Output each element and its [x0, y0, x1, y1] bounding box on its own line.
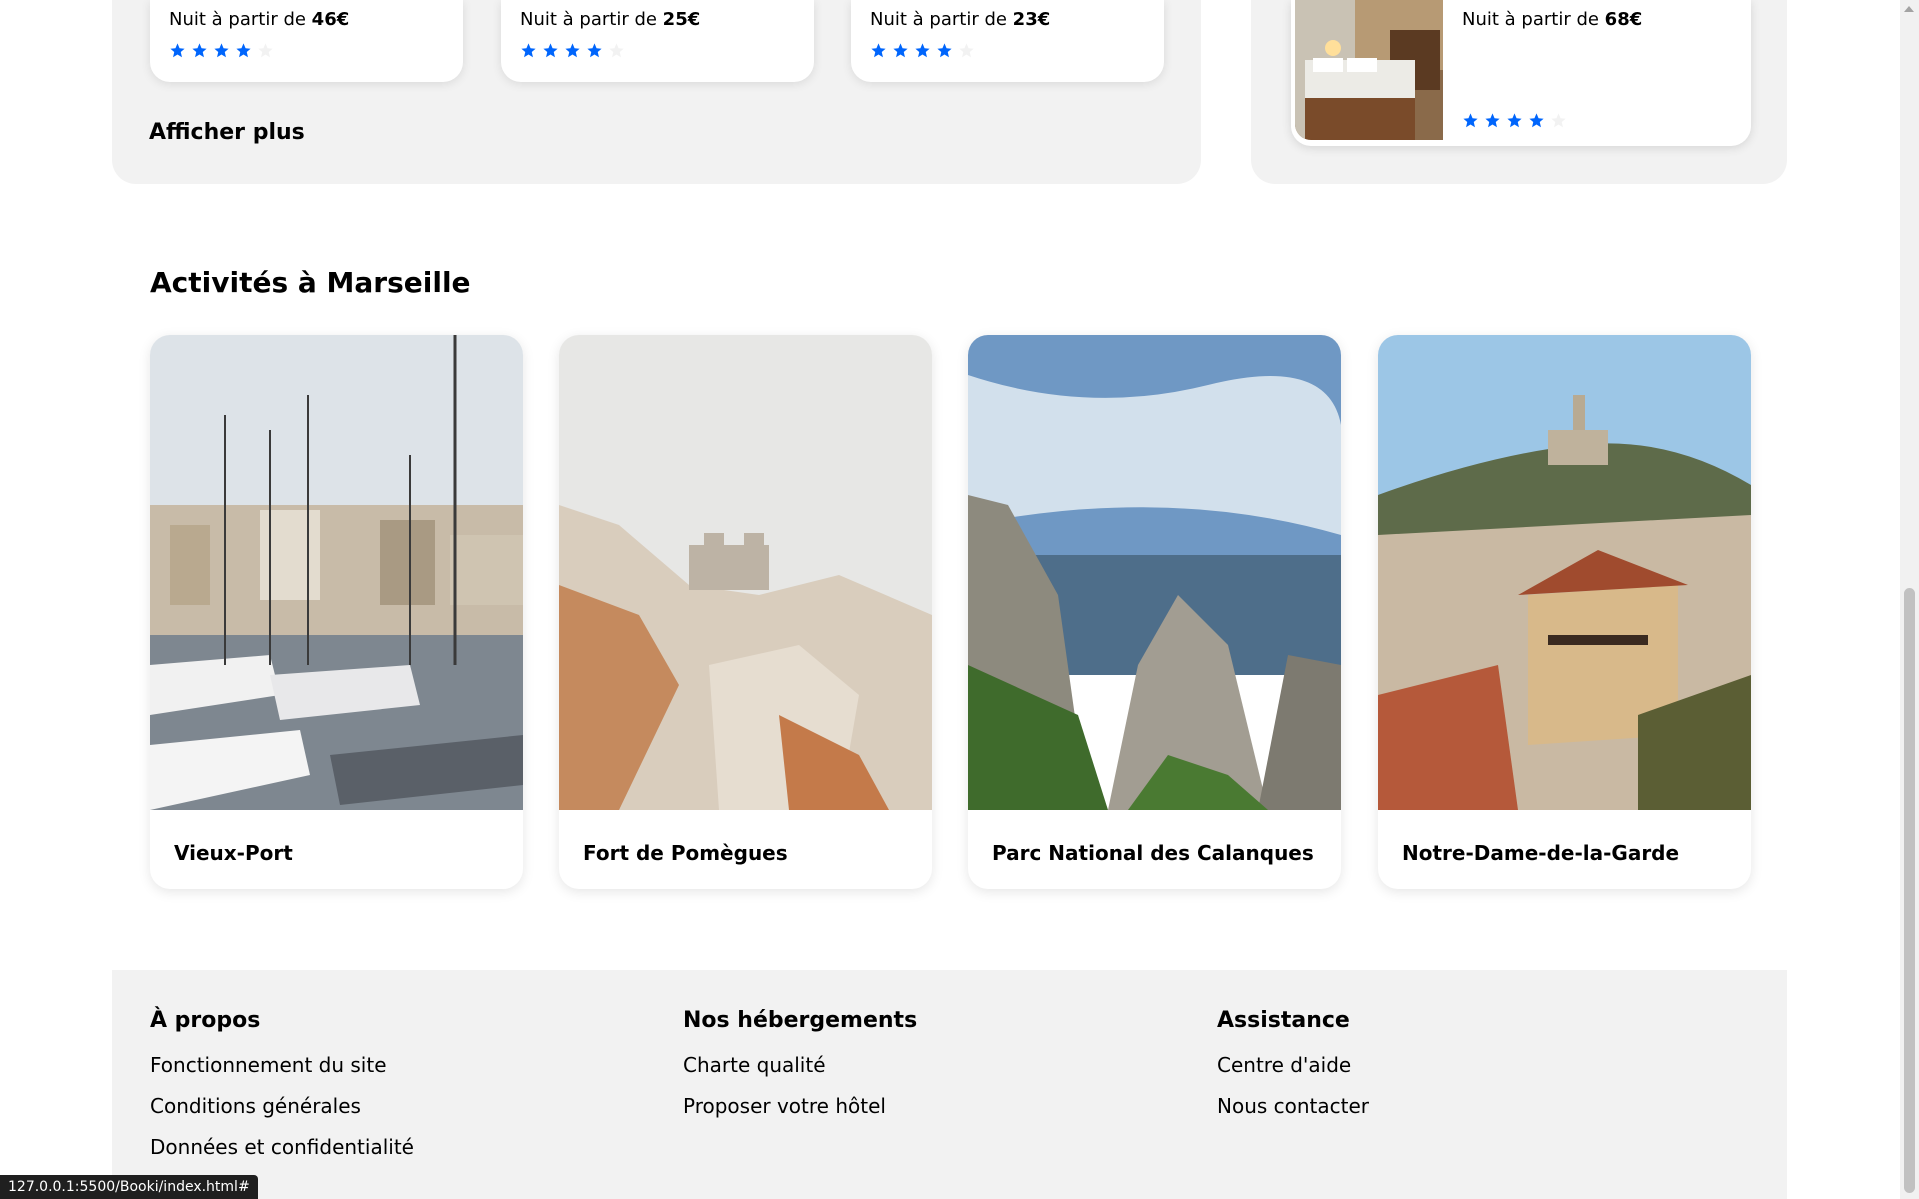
site-footer: À propos Fonctionnement du site Conditio…	[112, 970, 1787, 1199]
activity-card-fort-de-pomegues[interactable]: Fort de Pomègues	[559, 335, 932, 889]
activity-name: Fort de Pomègues	[583, 841, 788, 865]
star-icon	[1507, 113, 1522, 128]
activity-name: Parc National des Calanques	[992, 841, 1314, 865]
footer-column-support: Assistance Centre d'aide Nous contacter	[1217, 1008, 1369, 1135]
rating-stars	[870, 42, 975, 59]
star-icon	[1529, 113, 1544, 128]
footer-heading: Assistance	[1217, 1008, 1350, 1033]
activity-photo	[559, 335, 932, 810]
footer-column-accommodations: Nos hébergements Charte qualité Proposer…	[683, 1008, 917, 1135]
footer-link[interactable]: Fonctionnement du site	[150, 1053, 414, 1077]
show-more-link[interactable]: Afficher plus	[149, 120, 305, 145]
hotel-price: Nuit à partir de 68€	[1462, 9, 1643, 30]
rating-stars	[169, 42, 274, 59]
hotel-price: Nuit à partir de 25€	[520, 9, 701, 30]
star-icon	[521, 43, 536, 58]
hotel-card[interactable]: Nuit à partir de 25€	[501, 0, 814, 82]
footer-link[interactable]: Données et confidentialité	[150, 1135, 414, 1159]
footer-column-about: À propos Fonctionnement du site Conditio…	[150, 1008, 414, 1176]
activity-card-calanques[interactable]: Parc National des Calanques	[968, 335, 1341, 889]
star-icon	[1485, 113, 1500, 128]
activity-card-vieux-port[interactable]: Vieux-Port	[150, 335, 523, 889]
activity-name: Vieux-Port	[174, 841, 293, 865]
footer-link[interactable]: Charte qualité	[683, 1053, 917, 1077]
hotel-price: Nuit à partir de 46€	[169, 9, 350, 30]
hotels-panel: Nuit à partir de 46€ Nuit à partir de 25…	[112, 0, 1201, 184]
scroll-up-arrow-icon[interactable]	[1904, 6, 1914, 12]
footer-link[interactable]: Proposer votre hôtel	[683, 1094, 917, 1118]
footer-link[interactable]: Conditions générales	[150, 1094, 414, 1118]
status-bar-url: 127.0.0.1:5500/Booki/index.html#	[0, 1175, 258, 1199]
hotel-photo	[1295, 0, 1443, 140]
activity-name: Notre-Dame-de-la-Garde	[1402, 841, 1680, 865]
star-icon	[871, 43, 886, 58]
star-icon	[915, 43, 930, 58]
star-empty-icon	[1551, 113, 1566, 128]
activity-photo	[150, 335, 523, 810]
star-icon	[214, 43, 229, 58]
activities-title: Activités à Marseille	[150, 266, 471, 299]
hotel-card[interactable]: Nuit à partir de 23€	[851, 0, 1164, 82]
rating-stars	[520, 42, 625, 59]
star-icon	[937, 43, 952, 58]
vertical-scrollbar[interactable]	[1900, 0, 1919, 1199]
hotel-price: Nuit à partir de 23€	[870, 9, 1051, 30]
star-empty-icon	[959, 43, 974, 58]
star-icon	[170, 43, 185, 58]
star-icon	[893, 43, 908, 58]
star-icon	[543, 43, 558, 58]
activity-photo	[968, 335, 1341, 810]
footer-link[interactable]: Nous contacter	[1217, 1094, 1369, 1118]
star-empty-icon	[609, 43, 624, 58]
footer-heading: À propos	[150, 1008, 261, 1033]
star-icon	[1463, 113, 1478, 128]
star-icon	[192, 43, 207, 58]
star-icon	[236, 43, 251, 58]
scrollbar-thumb[interactable]	[1904, 588, 1915, 1193]
star-empty-icon	[258, 43, 273, 58]
footer-heading: Nos hébergements	[683, 1008, 918, 1033]
popular-panel: Nuit à partir de 68€	[1251, 0, 1787, 184]
footer-link[interactable]: Centre d'aide	[1217, 1053, 1369, 1077]
rating-stars	[1462, 112, 1567, 129]
activity-photo	[1378, 335, 1751, 810]
star-icon	[587, 43, 602, 58]
hotel-card[interactable]: Nuit à partir de 46€	[150, 0, 463, 82]
star-icon	[565, 43, 580, 58]
popular-hotel-card[interactable]: Nuit à partir de 68€	[1291, 0, 1751, 146]
activity-card-notre-dame-de-la-garde[interactable]: Notre-Dame-de-la-Garde	[1378, 335, 1751, 889]
